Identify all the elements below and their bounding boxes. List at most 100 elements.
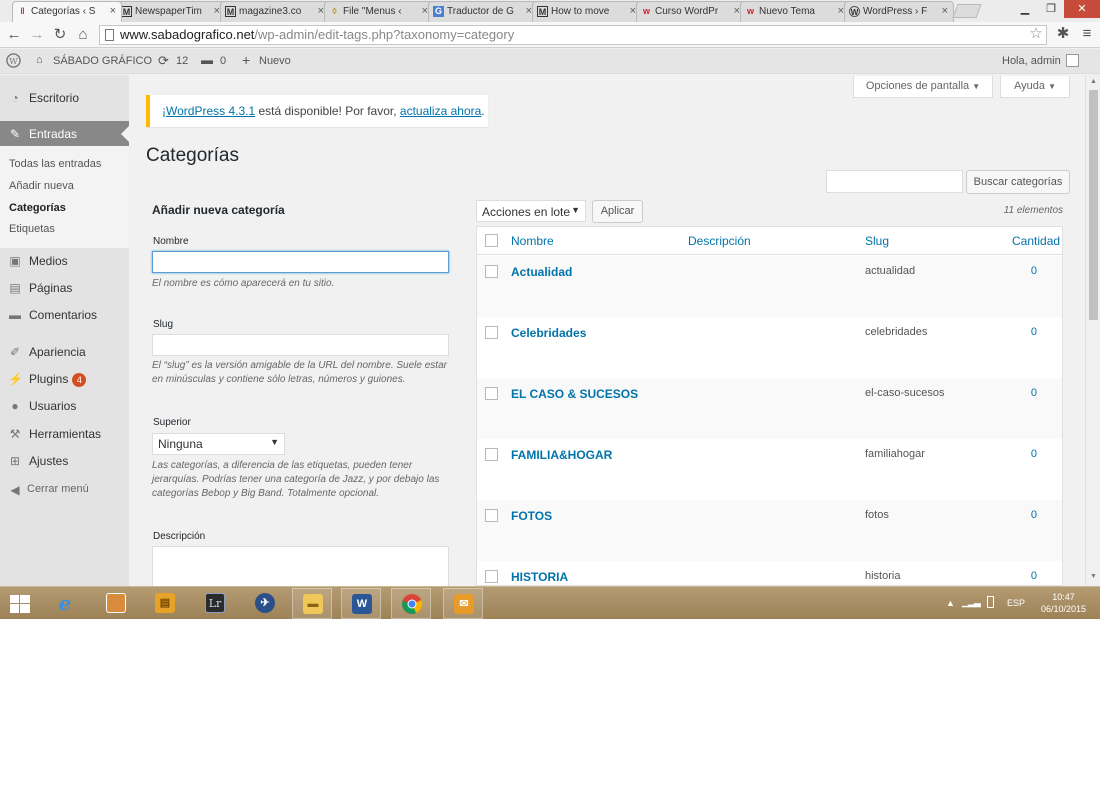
select-all-checkbox[interactable] xyxy=(485,234,498,247)
taskbar-internet-explorer[interactable]: e xyxy=(45,588,85,619)
comments-count[interactable]: 0 xyxy=(220,55,226,67)
extension-icon[interactable]: ✱ xyxy=(1054,25,1072,43)
reload-icon[interactable]: ↻ xyxy=(51,26,69,44)
start-button[interactable] xyxy=(0,588,40,619)
avatar[interactable] xyxy=(1066,54,1079,67)
description-textarea[interactable] xyxy=(152,546,449,591)
search-categories-button[interactable]: Buscar categorías xyxy=(966,170,1070,194)
signal-icon[interactable]: ▁▂▃ xyxy=(962,597,981,608)
column-header-name[interactable]: Nombre xyxy=(511,234,554,248)
row-checkbox[interactable] xyxy=(485,509,498,522)
updates-icon[interactable]: ⟳ xyxy=(158,53,169,69)
scroll-down-icon[interactable]: ▼ xyxy=(1089,573,1098,580)
forward-icon[interactable]: → xyxy=(28,26,46,44)
browser-tab[interactable]: ‖ Categorías ‹ S × xyxy=(12,1,122,22)
category-name-link[interactable]: FOTOS xyxy=(511,509,552,523)
sidebar-item-paginas[interactable]: ▤ Páginas xyxy=(0,275,129,301)
category-name-link[interactable]: HISTORIA xyxy=(511,570,568,584)
browser-tab[interactable]: w Nuevo Tema × xyxy=(740,1,850,22)
browser-tab[interactable]: G Traductor de G × xyxy=(428,1,538,22)
home-icon[interactable]: ⌂ xyxy=(74,26,92,44)
updates-count[interactable]: 12 xyxy=(176,55,188,67)
browser-tab[interactable]: ◊ File "Menus ‹ × xyxy=(324,1,434,22)
row-checkbox[interactable] xyxy=(485,326,498,339)
new-content-link[interactable]: Nuevo xyxy=(259,55,291,67)
row-checkbox[interactable] xyxy=(485,265,498,278)
sidebar-item-entradas[interactable]: ✎ Entradas xyxy=(0,121,129,146)
category-count-link[interactable]: 0 xyxy=(997,570,1037,582)
back-icon[interactable]: ← xyxy=(5,26,23,44)
close-icon[interactable]: × xyxy=(110,5,116,17)
sidebar-item-medios[interactable]: ▣ Medios xyxy=(0,248,129,274)
sidebar-item-herramientas[interactable]: ⚒ Herramientas xyxy=(0,421,129,447)
language-indicator[interactable]: ESP xyxy=(1007,598,1025,608)
category-count-link[interactable]: 0 xyxy=(997,387,1037,399)
sidebar-item-apariencia[interactable]: ✐ Apariencia xyxy=(0,339,129,365)
category-count-link[interactable]: 0 xyxy=(997,448,1037,460)
submenu-item-todas[interactable]: Todas las entradas xyxy=(9,158,101,170)
category-count-link[interactable]: 0 xyxy=(997,265,1037,277)
taskbar-word[interactable]: W xyxy=(341,588,381,619)
browser-tab[interactable]: W WordPress › F × xyxy=(844,1,954,22)
scroll-up-icon[interactable]: ▲ xyxy=(1089,78,1098,85)
category-name-link[interactable]: EL CASO & SUCESOS xyxy=(511,387,638,401)
bookmark-star-icon[interactable]: ☆ xyxy=(1027,25,1045,43)
bulk-actions-select[interactable]: Acciones en lote ▼ xyxy=(476,200,586,222)
sidebar-item-escritorio[interactable]: ◔ Escritorio xyxy=(0,85,129,111)
screen-options-button[interactable]: Opciones de pantalla ▼ xyxy=(853,76,993,98)
taskbar-outlook[interactable]: ✉ xyxy=(443,588,483,619)
submenu-item-etiquetas[interactable]: Etiquetas xyxy=(9,223,55,235)
name-field[interactable] xyxy=(152,251,449,273)
taskbar-chrome[interactable] xyxy=(391,588,431,619)
browser-tab[interactable]: M NewspaperTim × xyxy=(116,1,226,22)
submenu-item-anadir[interactable]: Añadir nueva xyxy=(9,180,74,192)
taskbar-archive-app[interactable]: ▤ xyxy=(145,588,185,619)
row-checkbox[interactable] xyxy=(485,448,498,461)
maximize-icon[interactable]: ❐ xyxy=(1038,0,1064,18)
comment-icon[interactable]: ▬ xyxy=(201,53,213,67)
apply-button[interactable]: Aplicar xyxy=(592,200,643,223)
wordpress-version-link[interactable]: ¡WordPress 4.3.1 xyxy=(162,104,255,118)
taskbar-lightroom[interactable]: Lr xyxy=(195,588,235,619)
menu-icon[interactable]: ≡ xyxy=(1078,25,1096,43)
category-count-link[interactable]: 0 xyxy=(997,509,1037,521)
help-button[interactable]: Ayuda ▼ xyxy=(1000,76,1070,98)
column-header-count[interactable]: Cantidad xyxy=(1012,234,1060,248)
site-name-link[interactable]: SÁBADO GRÁFICO xyxy=(53,55,152,67)
collapse-menu-button[interactable]: ◀ Cerrar menú xyxy=(0,477,129,503)
category-name-link[interactable]: Celebridades xyxy=(511,326,586,340)
scrollbar-thumb[interactable] xyxy=(1089,90,1098,320)
sidebar-item-plugins[interactable]: ⚡ Plugins 4 xyxy=(0,366,129,392)
minimize-icon[interactable]: ▁ xyxy=(1012,0,1038,18)
battery-icon[interactable] xyxy=(987,596,994,608)
category-name-link[interactable]: FAMILIA&HOGAR xyxy=(511,448,612,462)
row-checkbox[interactable] xyxy=(485,570,498,583)
address-bar[interactable]: www.sabadografico.net/wp-admin/edit-tags… xyxy=(99,25,1047,45)
category-count-link[interactable]: 0 xyxy=(997,326,1037,338)
row-checkbox[interactable] xyxy=(485,387,498,400)
greeting[interactable]: Hola, admin xyxy=(1002,55,1061,67)
browser-tab[interactable]: M magazine3.co × xyxy=(220,1,330,22)
wordpress-logo-icon[interactable]: W xyxy=(6,53,21,71)
sidebar-item-comentarios[interactable]: ▬ Comentarios xyxy=(0,302,129,328)
plus-icon[interactable]: + xyxy=(242,52,250,68)
submenu-item-categorias[interactable]: Categorías xyxy=(9,202,66,214)
sidebar-item-usuarios[interactable]: ● Usuarios xyxy=(0,393,129,419)
page-scrollbar[interactable]: ▲ ▼ xyxy=(1085,75,1100,586)
taskbar-package-app[interactable] xyxy=(96,588,136,619)
browser-tab[interactable]: M How to move × xyxy=(532,1,642,22)
column-header-slug[interactable]: Slug xyxy=(865,234,889,248)
taskbar-network-app[interactable]: ✈ xyxy=(245,588,285,619)
show-hidden-icons-icon[interactable]: ▲ xyxy=(946,598,955,608)
search-input[interactable] xyxy=(826,170,963,193)
category-name-link[interactable]: Actualidad xyxy=(511,265,572,279)
slug-field[interactable] xyxy=(152,334,449,356)
update-now-link[interactable]: actualiza ahora xyxy=(400,104,481,118)
taskbar-file-explorer[interactable]: ▬ xyxy=(292,588,332,619)
sidebar-item-ajustes[interactable]: ⊞ Ajustes xyxy=(0,448,129,474)
parent-select[interactable]: Ninguna ▼ xyxy=(152,433,285,455)
column-header-description[interactable]: Descripción xyxy=(688,234,751,248)
clock[interactable]: 10:47 06/10/2015 xyxy=(1041,591,1086,615)
close-icon[interactable]: × xyxy=(942,5,948,17)
close-window-icon[interactable]: ✕ xyxy=(1064,0,1100,18)
